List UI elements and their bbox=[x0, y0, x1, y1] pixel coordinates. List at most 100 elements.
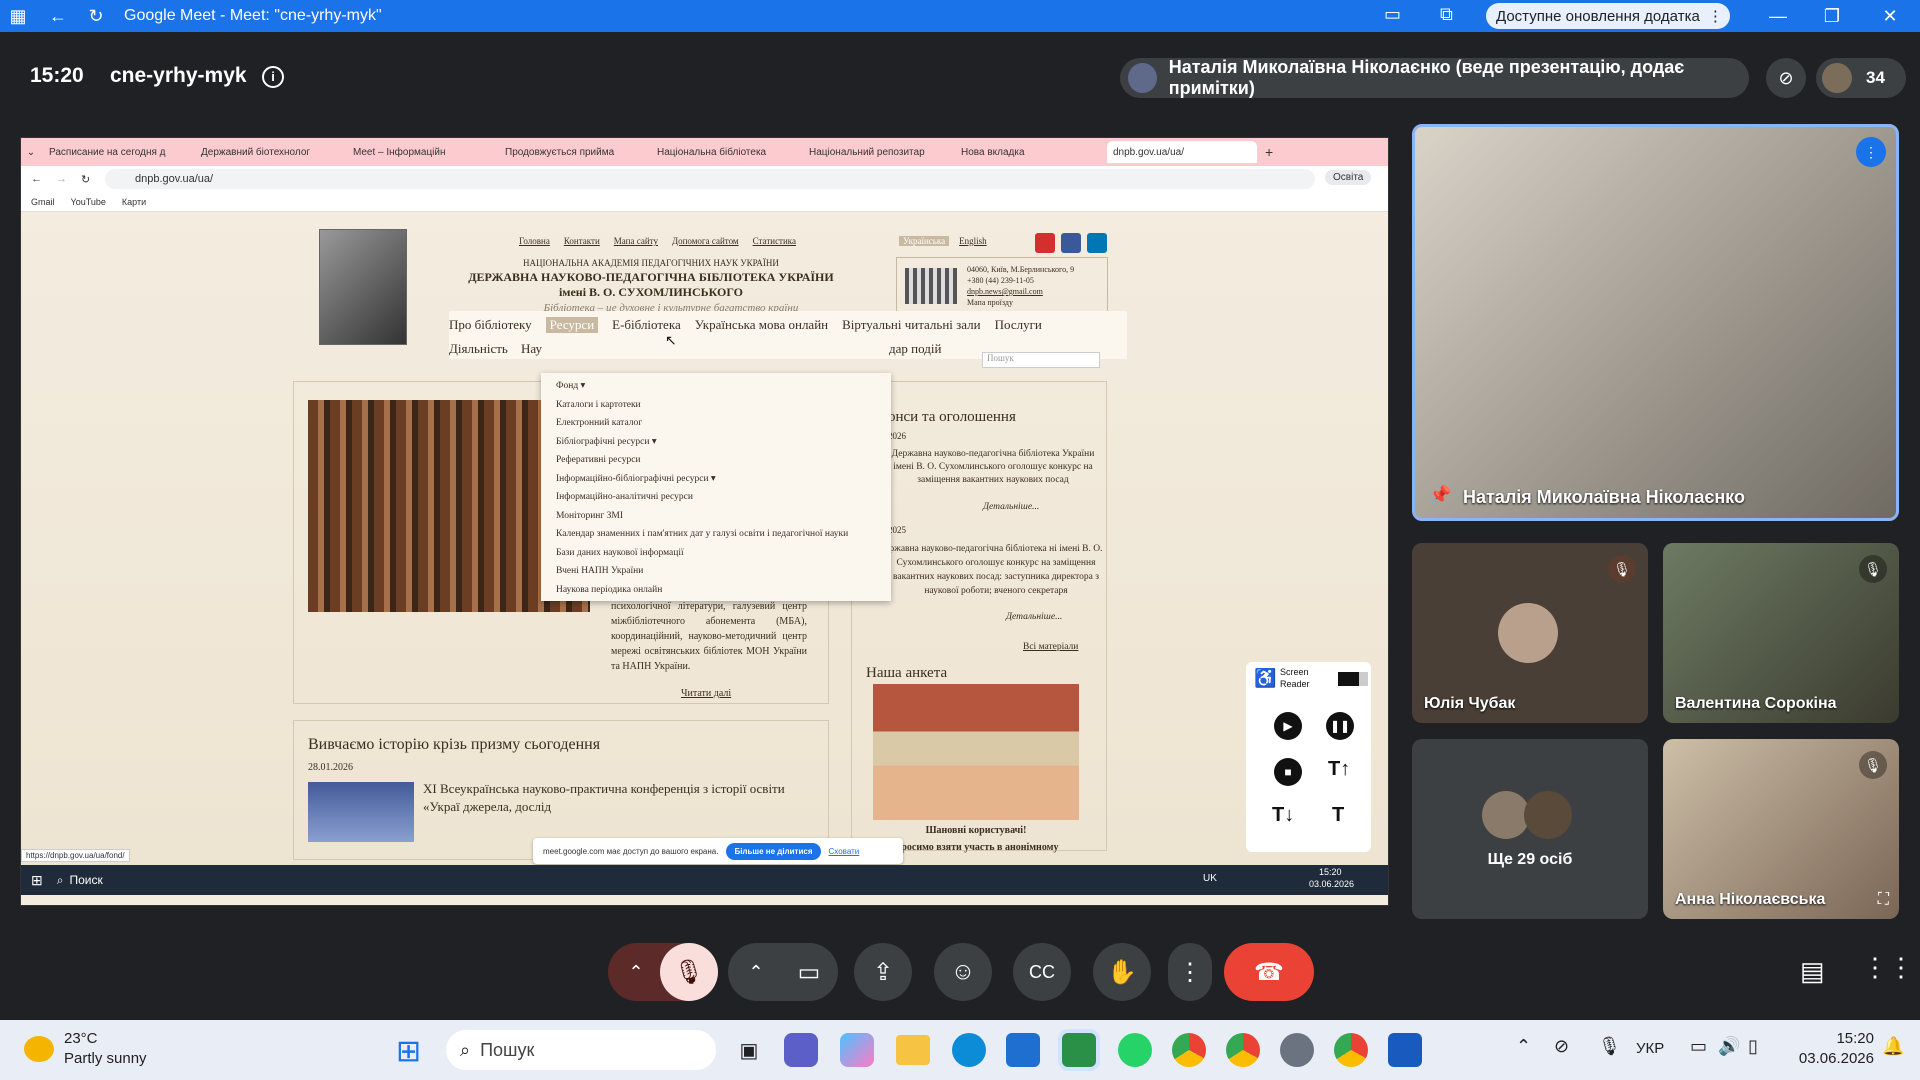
dropdown-item[interactable]: Моніторинг ЗМІ bbox=[541, 507, 891, 526]
site-search-input[interactable]: Пошук bbox=[982, 352, 1100, 368]
stop-button[interactable]: ■ bbox=[1274, 758, 1302, 786]
weather-temp[interactable]: 23°C bbox=[64, 1030, 98, 1047]
social-youtube-icon[interactable] bbox=[1035, 233, 1055, 253]
meet-app-taskbar-icon[interactable] bbox=[784, 1033, 818, 1067]
browser-tab[interactable]: Meet – Інформаційн bbox=[347, 141, 497, 163]
all-materials-link[interactable]: Всі матеріали bbox=[1023, 642, 1078, 652]
read-more-link[interactable]: Читати далі bbox=[681, 688, 731, 699]
chrome-profile-2-icon[interactable] bbox=[1334, 1033, 1368, 1067]
reload-icon[interactable]: ↻ bbox=[82, 2, 110, 30]
pause-button[interactable]: ❚❚ bbox=[1326, 712, 1354, 740]
lang-en[interactable]: English bbox=[959, 236, 987, 246]
more-participants-tile[interactable]: Ще 29 осіб bbox=[1412, 739, 1648, 919]
battery-icon[interactable]: ▯ bbox=[1748, 1036, 1758, 1057]
mic-tray-icon[interactable]: 🎙 bbox=[1598, 1036, 1621, 1057]
dropdown-item[interactable]: Реферативні ресурси bbox=[541, 451, 891, 470]
extension-icon[interactable]: ⧉ bbox=[1440, 4, 1453, 25]
chrome-icon[interactable] bbox=[1172, 1033, 1206, 1067]
dropdown-item[interactable]: Наукова періодика онлайн bbox=[541, 581, 891, 600]
tray-time[interactable]: 15:20 bbox=[1824, 1030, 1874, 1047]
browser-tab[interactable]: Державний біотехнолог bbox=[195, 141, 345, 163]
stop-sharing-button[interactable]: Більше не ділитися bbox=[726, 842, 821, 860]
dropdown-item[interactable]: Бази даних наукової інформації bbox=[541, 544, 891, 563]
notification-bell-icon[interactable]: 🔔 bbox=[1882, 1036, 1904, 1057]
hide-self-view-icon[interactable]: ⊘ bbox=[1766, 58, 1806, 98]
nav-reload-icon[interactable]: ↻ bbox=[81, 173, 90, 186]
dropdown-item[interactable]: Електронний каталог bbox=[541, 414, 891, 433]
bookmark-youtube[interactable]: YouTube bbox=[71, 197, 106, 207]
dropdown-item[interactable]: Календар знаменних і пам'ятних дат у гал… bbox=[541, 525, 891, 544]
edge-icon[interactable] bbox=[952, 1033, 986, 1067]
menu-services[interactable]: Послуги bbox=[995, 317, 1042, 333]
email-line[interactable]: dnpb.news@gmail.com bbox=[967, 286, 1074, 297]
tray-date[interactable]: 03.06.2026 bbox=[1786, 1050, 1874, 1067]
font-reset-icon[interactable]: T bbox=[1332, 804, 1344, 827]
bookmark-gmail[interactable]: Gmail bbox=[31, 197, 55, 207]
browser-tab[interactable]: Національна бібліотека bbox=[651, 141, 801, 163]
browser-tab-active[interactable]: dnpb.gov.ua/ua/ bbox=[1107, 141, 1257, 163]
new-tab-icon[interactable]: + bbox=[1265, 144, 1273, 160]
menu-resources[interactable]: Ресурси bbox=[545, 317, 599, 333]
mic-toggle-button[interactable]: 🎙 bbox=[660, 943, 718, 1001]
participant-tile[interactable]: 🎙 Анна Ніколаєвська ⛶ bbox=[1663, 739, 1899, 919]
video-options-button[interactable]: ⌃ bbox=[728, 943, 784, 1001]
dropdown-title[interactable]: Фонд ▾ bbox=[541, 373, 891, 396]
present-button[interactable]: ⇪ bbox=[854, 943, 912, 1001]
whatsapp-icon[interactable] bbox=[1118, 1033, 1152, 1067]
task-view-icon[interactable]: ▣ bbox=[732, 1033, 766, 1067]
main-video-tile[interactable]: ⋮ 📌 Наталія Миколаївна Ніколаєнко bbox=[1412, 124, 1899, 521]
settings-icon[interactable] bbox=[1280, 1033, 1314, 1067]
menu-ukrainian-online[interactable]: Українська мова онлайн bbox=[695, 317, 828, 333]
raise-hand-button[interactable]: ✋ bbox=[1093, 943, 1151, 1001]
presenter-chip[interactable]: Наталія Миколаївна Ніколаєнко (веде през… bbox=[1120, 57, 1749, 98]
hide-button[interactable]: Сховати bbox=[829, 847, 860, 856]
dropdown-item[interactable]: Інформаційно-аналітичні ресурси bbox=[541, 488, 891, 507]
chrome-profile-icon[interactable] bbox=[1226, 1033, 1260, 1067]
link-stats[interactable]: Статистика bbox=[753, 236, 796, 246]
leave-call-button[interactable]: ☎ bbox=[1224, 943, 1314, 1001]
link-home[interactable]: Головна bbox=[519, 236, 550, 246]
file-explorer-icon[interactable] bbox=[896, 1035, 930, 1065]
menu-activity[interactable]: Діяльність bbox=[449, 341, 508, 357]
fullscreen-icon[interactable]: ⛶ bbox=[1878, 891, 1889, 909]
more-options-button[interactable]: ⋮ bbox=[1168, 943, 1212, 1001]
participant-tile[interactable]: 🎙 Юлія Чубак bbox=[1412, 543, 1648, 723]
social-facebook-icon[interactable] bbox=[1061, 233, 1081, 253]
back-icon[interactable]: ← bbox=[44, 2, 72, 30]
inner-search-label[interactable]: Поиск bbox=[69, 873, 102, 887]
close-button[interactable]: ✕ bbox=[1870, 2, 1910, 30]
map-line[interactable]: Мапа проїзду bbox=[967, 297, 1074, 308]
reactions-button[interactable]: ☺ bbox=[934, 943, 992, 1001]
profile-chip[interactable]: Освіта bbox=[1325, 170, 1372, 185]
link-sitemap[interactable]: Мапа сайту bbox=[614, 236, 658, 246]
browser-tab[interactable]: Національний репозитар bbox=[803, 141, 953, 163]
browser-tab[interactable]: Нова вкладка bbox=[955, 141, 1105, 163]
info-icon[interactable]: i bbox=[262, 66, 284, 88]
camera-toggle-button[interactable]: ▭ bbox=[780, 943, 838, 1001]
font-decrease-icon[interactable]: T↓ bbox=[1272, 804, 1294, 827]
camera-icon[interactable]: ▭ bbox=[1384, 4, 1401, 25]
menu-elibrary[interactable]: Е-бібліотека bbox=[612, 317, 681, 333]
browser-tab[interactable]: Продовжується прийма bbox=[499, 141, 649, 163]
captions-button[interactable]: CC bbox=[1013, 943, 1071, 1001]
browser-tab[interactable]: Расписание на сегодня д bbox=[43, 141, 193, 163]
social-linkedin-icon[interactable] bbox=[1087, 233, 1107, 253]
news2-more[interactable]: Детальніше... bbox=[1006, 612, 1062, 622]
dropdown-item[interactable]: Вчені НАПН України bbox=[541, 562, 891, 581]
lang-ua[interactable]: Українська bbox=[899, 236, 950, 246]
tray-chevron-icon[interactable]: ⌃ bbox=[1516, 1036, 1531, 1057]
pin-icon[interactable]: 📌 bbox=[1429, 485, 1451, 506]
network-off-icon[interactable]: ⊘ bbox=[1554, 1036, 1569, 1057]
word-icon[interactable] bbox=[1388, 1033, 1422, 1067]
display-icon[interactable]: ▭ bbox=[1690, 1036, 1707, 1057]
maximize-button[interactable]: ❐ bbox=[1812, 2, 1852, 30]
font-increase-icon[interactable]: T↑ bbox=[1328, 758, 1350, 781]
tab-search-icon[interactable]: ⌄ bbox=[21, 147, 41, 158]
meet-pwa-icon[interactable] bbox=[1062, 1033, 1096, 1067]
start-button[interactable]: ⊞ bbox=[396, 1034, 421, 1069]
inner-start-icon[interactable]: ⊞ bbox=[31, 872, 43, 889]
dropdown-item[interactable]: Бібліографічні ресурси ▾ bbox=[541, 433, 891, 452]
taskbar-search[interactable]: ⌕ Пошук bbox=[446, 1030, 716, 1070]
menu-about[interactable]: Про бібліотеку bbox=[449, 317, 532, 333]
dropdown-item[interactable]: Інформаційно-бібліографічні ресурси ▾ bbox=[541, 470, 891, 489]
